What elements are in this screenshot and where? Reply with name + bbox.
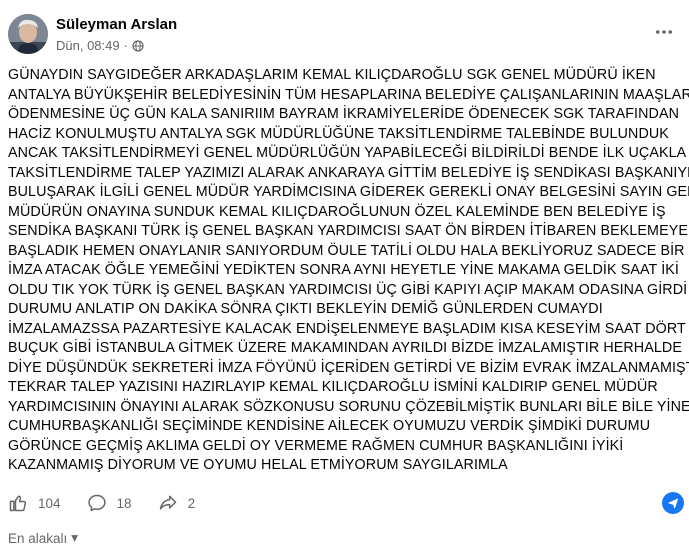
like-count: 104 [38, 495, 61, 511]
post-text: GÜNAYDIN SAYGIDEĞER ARKADAŞLARIM KEMAL K… [8, 66, 689, 476]
post-text-line: YARDIMCISININ ÖNAYINI ALARAK SÖZKONUSU S… [8, 398, 689, 415]
post-text-line: CUMHURBAŞKANLIĞI SEÇİMİNDE KENDİSİNE AİL… [8, 418, 651, 434]
more-options-button[interactable] [652, 20, 676, 44]
post-text-line: GÜNAYDIN SAYGIDEĞER ARKADAŞLARIM KEMAL K… [8, 67, 656, 83]
comment-button[interactable]: 18 [87, 493, 132, 513]
post-text-line: ÖDENMESİNE ÜÇ GÜN KALA SANIRIIM BAYRAM İ… [8, 106, 680, 122]
share-arrow-icon [159, 495, 176, 510]
comment-sort-label: En alakalı [8, 530, 68, 546]
post-card: Süleyman Arslan Dün, 08:49 · GÜNAYDIN SA… [0, 0, 689, 546]
post-text-line: BULUŞARAK İLGİLİ GENEL MÜDÜR YARDİMCISIN… [8, 184, 689, 200]
post-text-line: MÜDÜRÜN ONAYINA SUNDUK KEMAL KILIÇDAROĞL… [8, 203, 666, 220]
comment-bubble-icon [87, 494, 106, 512]
post-text-line: DURUMU ANLATIP ON DAKİKA SÖNRA ÇIKTI BEK… [8, 301, 603, 317]
post-text-line: GÖRÜNCE GEÇMİŞ AKLIMA GELDİ OY VERMEME R… [8, 437, 624, 454]
chevron-down-icon: ▾ [71, 530, 79, 545]
thumbs-up-icon [9, 495, 27, 512]
send-icon [667, 498, 679, 509]
post-text-line: KAZANMAMIŞ DİYORUM VE OYUMU HELAL ETMİYO… [8, 457, 508, 473]
comment-sort-dropdown[interactable]: En alakalı ▾ [8, 530, 78, 546]
like-button[interactable]: 104 [8, 493, 61, 513]
post-text-line: BAŞLADIK HEMEN ONAYLANIR SANIYORDUM ÖULE… [8, 242, 685, 259]
more-horizontal-icon [655, 30, 673, 34]
post-text-line: ANTALYA BÜYÜKŞEHİR BELEDİYESİNİN TÜM HES… [8, 86, 689, 103]
share-button[interactable]: 2 [158, 493, 196, 513]
author-name[interactable]: Süleyman Arslan [56, 16, 177, 33]
post-text-line: TAKSİTLENDİRME TALEP YAZIMIZI ALARAK ANK… [8, 164, 689, 181]
share-count: 2 [187, 495, 196, 511]
send-button[interactable] [662, 492, 684, 514]
post-timestamp[interactable]: Dün, 08:49 [56, 38, 120, 53]
globe-icon[interactable] [132, 39, 144, 52]
meta-separator: · [123, 38, 128, 53]
post-meta: Dün, 08:49 · [56, 38, 144, 53]
post-text-line: DİYE DÜŞÜNDÜK SEKRETERİ İMZA FÖYÜNÜ İÇER… [8, 359, 689, 376]
post-header: Süleyman Arslan Dün, 08:49 · [8, 12, 680, 56]
post-text-line: BUÇUK GİBİ İSTANBULA GİTMEK ÜZERE MAKAMI… [8, 340, 682, 356]
avatar[interactable] [8, 14, 48, 54]
post-text-line: ANCAK TAKSİTLENDİRMEYİ GENEL MÜDÜRLÜĞÜN … [8, 145, 687, 161]
post-text-line: OLDU TIK YOK TÜRK İŞ GENEL BAŞKAN YARDIM… [8, 281, 688, 298]
post-actions: 104 18 2 [8, 490, 684, 516]
post-text-line: HACİZ KONULMUŞTU ANTALYA SGK MÜDÜRLÜĞÜNE… [8, 125, 669, 142]
post-text-line: İMZALAMAZSSA PAZARTESİYE KALACAK ENDİŞEL… [8, 320, 686, 337]
post-text-line: SENDİKA BAŞKANI TÜRK İŞ GENEL BAŞKAN YAR… [8, 223, 688, 239]
comment-count: 18 [116, 495, 132, 511]
post-text-line: İMZA ATACAK ÖĞLE YEMEĞİNİ YEDİKTEN SONRA… [8, 262, 679, 278]
post-text-line: TEKRAR TALEP YAZISINI HAZIRLAYIP KEMAL K… [8, 379, 658, 395]
